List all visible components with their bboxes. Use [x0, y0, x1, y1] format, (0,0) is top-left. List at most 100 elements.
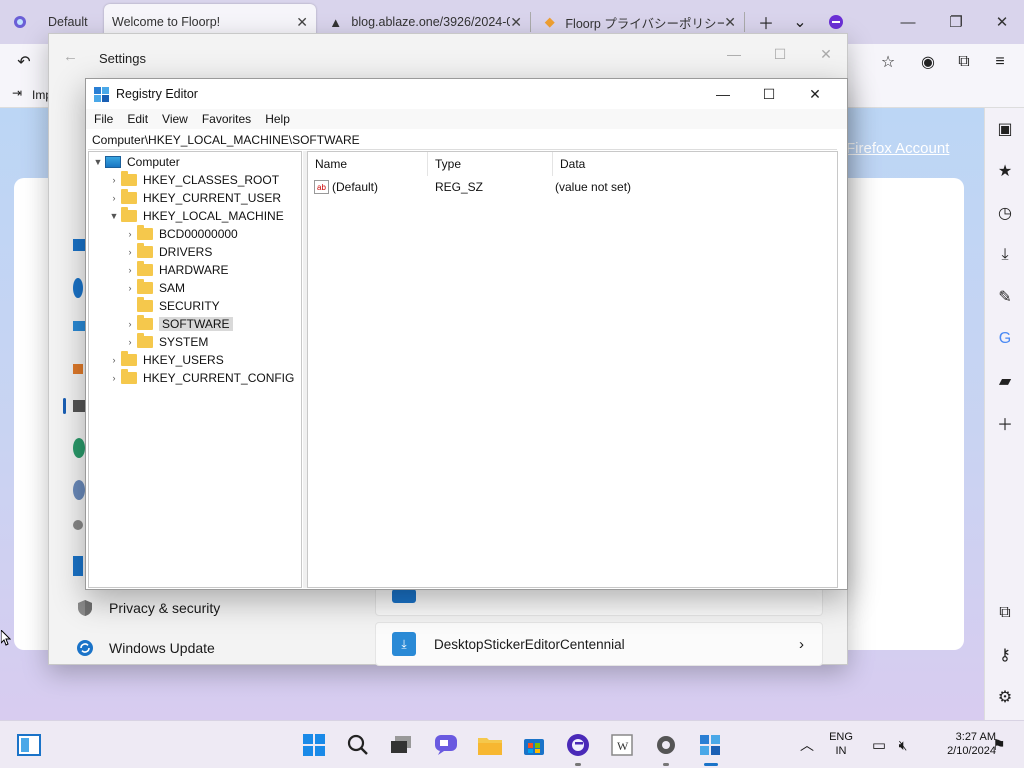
address-bar[interactable]: Computer\HKEY_LOCAL_MACHINE\SOFTWARE: [88, 130, 837, 150]
folder-icon: [121, 351, 137, 366]
back-arrow-icon[interactable]: ←: [63, 48, 78, 65]
chevron-right-icon[interactable]: ›: [123, 265, 137, 275]
chevron-right-icon[interactable]: ›: [123, 337, 137, 347]
tree-node[interactable]: › DRIVERS: [123, 243, 212, 261]
tree-node-selected[interactable]: › SOFTWARE: [123, 315, 233, 333]
chevron-down-icon[interactable]: ▼: [91, 157, 105, 167]
volume-icon[interactable]: 🔇︎: [888, 730, 918, 760]
file-explorer-icon[interactable]: [475, 730, 505, 760]
maximize-icon[interactable]: ☐: [757, 40, 803, 68]
wordpad-icon[interactable]: W: [607, 730, 637, 760]
minimize-icon[interactable]: —: [888, 8, 928, 36]
tree-node[interactable]: › BCD00000000: [123, 225, 238, 243]
firefox-account-link[interactable]: Firefox Account: [846, 140, 949, 157]
tree-node[interactable]: › HKEY_CURRENT_CONFIG: [107, 369, 294, 387]
notes-icon[interactable]: ▰: [985, 366, 1024, 396]
nav-windows-update[interactable]: Windows Update: [75, 632, 215, 664]
toolbox-icon[interactable]: ▣: [985, 114, 1024, 144]
value-row[interactable]: ab (Default) REG_SZ (value not set): [308, 178, 837, 196]
new-tab-icon[interactable]: ＋: [752, 8, 780, 36]
tree-label: SOFTWARE: [159, 317, 233, 331]
menu-icon[interactable]: ≡: [986, 48, 1014, 76]
tree-node-computer[interactable]: ▼ Computer: [91, 153, 180, 171]
tab-label: Floorp プライバシーポリシー: [565, 16, 725, 31]
chat-icon[interactable]: [431, 730, 461, 760]
tree-node[interactable]: SECURITY: [123, 297, 220, 315]
close-icon[interactable]: ✕: [510, 14, 522, 31]
undo-icon[interactable]: ↶: [10, 48, 38, 76]
widgets-icon[interactable]: [14, 730, 44, 760]
translate-icon[interactable]: G: [985, 324, 1024, 354]
maximize-icon[interactable]: ☐: [746, 79, 792, 109]
tab-label: blog.ablaze.one/3926/2024-0: [351, 15, 511, 29]
chevron-right-icon[interactable]: ›: [123, 247, 137, 257]
app-list-item[interactable]: ⤓ DesktopStickerEditorCentennial ›: [375, 622, 823, 666]
minimize-icon[interactable]: —: [700, 79, 746, 109]
column-header-type[interactable]: Type: [428, 152, 553, 176]
floorp-icon[interactable]: [563, 730, 593, 760]
notification-icon[interactable]: ⚑: [984, 730, 1014, 760]
warning-icon: ▲: [329, 14, 343, 30]
tree-node[interactable]: ▼ HKEY_LOCAL_MACHINE: [107, 207, 284, 225]
chevron-up-icon[interactable]: ︿: [792, 730, 822, 760]
language-indicator[interactable]: ENG IN: [826, 731, 856, 757]
gaming-icon: [73, 520, 83, 530]
puzzle-icon[interactable]: ⧉: [985, 598, 1024, 628]
add-panel-icon[interactable]: ＋: [985, 408, 1024, 438]
task-view-icon[interactable]: [387, 730, 417, 760]
tree-label: HARDWARE: [159, 263, 229, 277]
tree-node[interactable]: › HKEY_CURRENT_USER: [107, 189, 281, 207]
menu-help[interactable]: Help: [265, 112, 290, 126]
chevron-right-icon[interactable]: ›: [123, 283, 137, 293]
close-icon[interactable]: ✕: [724, 14, 736, 31]
chevron-right-icon[interactable]: ›: [107, 175, 121, 185]
menu-file[interactable]: File: [94, 112, 113, 126]
key-icon[interactable]: ⚷: [985, 640, 1024, 670]
import-icon[interactable]: ⇥: [12, 86, 22, 100]
minimize-icon[interactable]: —: [711, 40, 757, 68]
menu-view[interactable]: View: [162, 112, 188, 126]
close-icon[interactable]: ✕: [803, 40, 849, 68]
value-data: (value not set): [555, 180, 632, 194]
chevron-right-icon[interactable]: ›: [107, 373, 121, 383]
tree-node[interactable]: › HKEY_CLASSES_ROOT: [107, 171, 279, 189]
history-icon[interactable]: ◷: [985, 198, 1024, 228]
start-icon[interactable]: [299, 730, 329, 760]
close-window-icon[interactable]: ✕: [982, 8, 1022, 36]
chevron-right-icon[interactable]: ›: [107, 355, 121, 365]
account-icon[interactable]: ◉: [914, 48, 942, 76]
extensions-icon[interactable]: ⧉: [950, 48, 978, 76]
menu-edit[interactable]: Edit: [127, 112, 148, 126]
menu-favorites[interactable]: Favorites: [202, 112, 251, 126]
chevron-down-icon[interactable]: ▼: [107, 211, 121, 221]
settings-icon[interactable]: [651, 730, 681, 760]
store-icon[interactable]: [519, 730, 549, 760]
regedit-taskbar-icon[interactable]: [695, 730, 725, 760]
chevron-right-icon[interactable]: ›: [107, 193, 121, 203]
close-icon[interactable]: ✕: [296, 14, 308, 31]
column-header-name[interactable]: Name: [308, 152, 428, 176]
close-icon[interactable]: ✕: [792, 79, 838, 109]
personalization-icon: [73, 364, 83, 374]
settings-gear-icon[interactable]: ⚙: [985, 682, 1024, 712]
nav-privacy-security[interactable]: Privacy & security: [75, 592, 220, 624]
chevron-right-icon[interactable]: ›: [123, 319, 137, 329]
tree-node[interactable]: › SYSTEM: [123, 333, 208, 351]
sticker-app-icon: ⤓: [392, 632, 416, 656]
search-icon[interactable]: [343, 730, 373, 760]
chevron-down-icon[interactable]: ⌄: [786, 8, 814, 36]
folder-icon: [137, 315, 153, 330]
chevron-right-icon[interactable]: ›: [799, 636, 804, 653]
pen-icon[interactable]: ✎: [985, 282, 1024, 312]
chevron-right-icon[interactable]: ›: [123, 229, 137, 239]
floorp-menu-icon[interactable]: [822, 8, 850, 36]
mouse-cursor-icon: [1, 630, 11, 646]
restore-icon[interactable]: ❐: [936, 8, 976, 36]
tree-node[interactable]: › HARDWARE: [123, 261, 229, 279]
download-icon[interactable]: ⤓: [985, 240, 1024, 270]
tree-node[interactable]: › SAM: [123, 279, 185, 297]
bookmark-star-icon[interactable]: ☆: [874, 48, 902, 76]
bookmarks-star-icon[interactable]: ★: [985, 156, 1024, 186]
column-header-data[interactable]: Data: [553, 152, 833, 176]
tree-node[interactable]: › HKEY_USERS: [107, 351, 224, 369]
